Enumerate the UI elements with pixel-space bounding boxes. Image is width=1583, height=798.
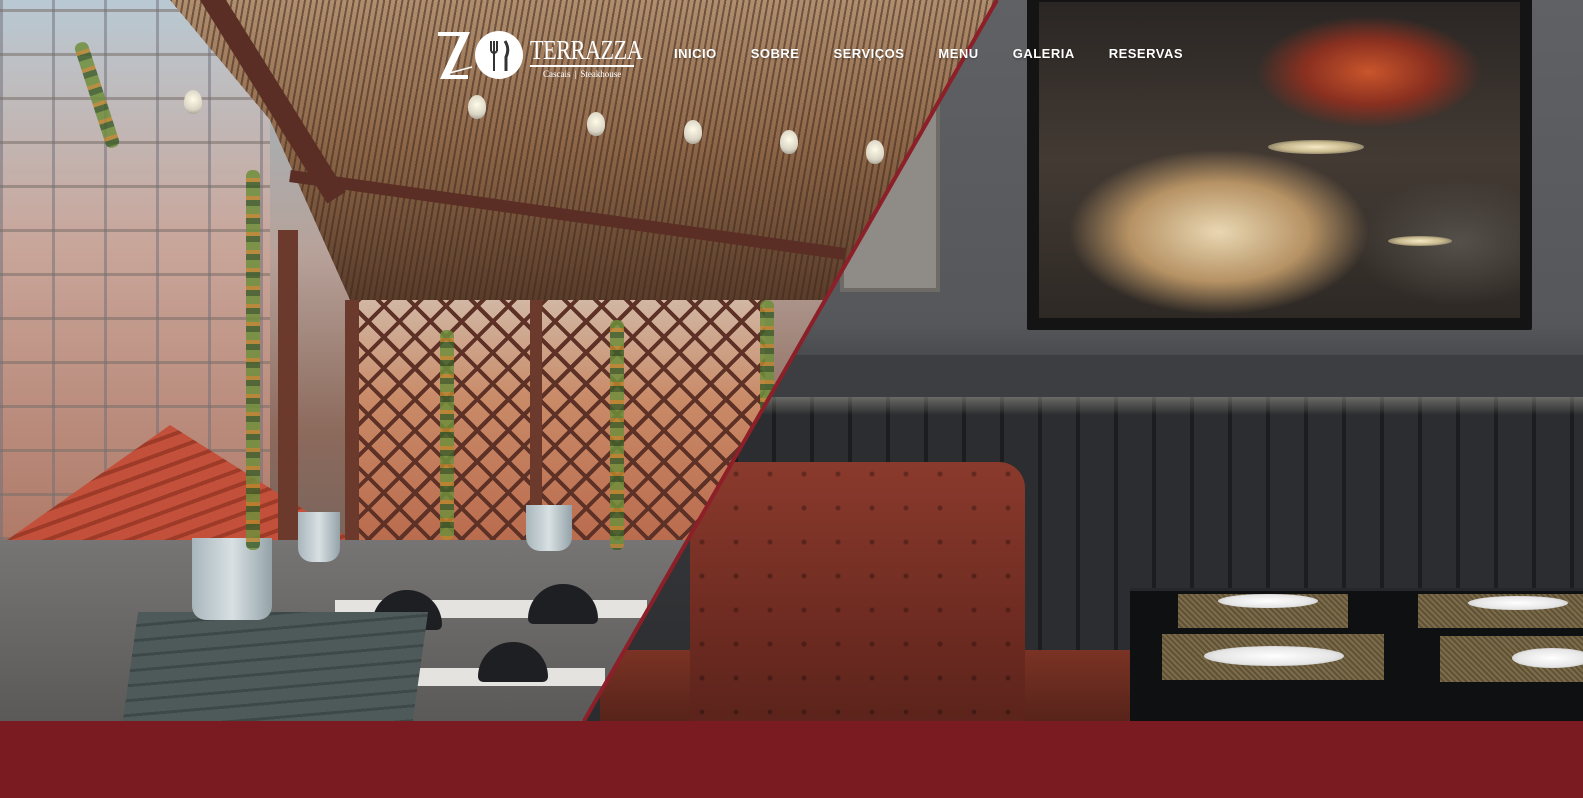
- brand-tagline: Cascais | Steakhouse: [543, 69, 622, 79]
- plant-pot: [192, 538, 272, 620]
- plate: [1468, 596, 1568, 610]
- nav-item-sobre[interactable]: SOBRE: [751, 45, 800, 65]
- nav-item-servicos[interactable]: SERVIÇOS: [833, 45, 904, 65]
- string-light-bulb: [684, 120, 702, 144]
- pendant-lamp: [1388, 236, 1452, 246]
- plate: [1204, 646, 1344, 666]
- brand-logo[interactable]: TERRAZZA Cascais | Steakhouse: [438, 27, 643, 83]
- brand-name: TERRAZZA: [530, 35, 643, 65]
- nav-item-menu[interactable]: MENU: [938, 45, 978, 65]
- string-light-bulb: [866, 140, 884, 164]
- logo-mark-icon: [438, 31, 523, 79]
- plant-pot: [526, 505, 572, 551]
- plant-pot: [298, 512, 340, 562]
- main-nav: INICIO SOBRE SERVIÇOS MENU GALERIA RESER…: [674, 45, 1183, 65]
- leather-booth: [690, 462, 1025, 721]
- string-light-bulb: [587, 112, 605, 136]
- site-header: TERRAZZA Cascais | Steakhouse INICIO SOBRE…: [0, 0, 1583, 110]
- wall-rail: [700, 355, 1583, 397]
- plate: [1218, 594, 1318, 608]
- wooden-bench: [121, 612, 429, 721]
- nav-item-reservas[interactable]: RESERVAS: [1109, 45, 1183, 65]
- nav-item-inicio[interactable]: INICIO: [674, 45, 717, 65]
- nav-item-galeria[interactable]: GALERIA: [1013, 45, 1075, 65]
- plate: [1512, 648, 1583, 668]
- string-light-bulb: [780, 130, 798, 154]
- accent-band: [0, 721, 1583, 798]
- pendant-lamp: [1268, 140, 1364, 154]
